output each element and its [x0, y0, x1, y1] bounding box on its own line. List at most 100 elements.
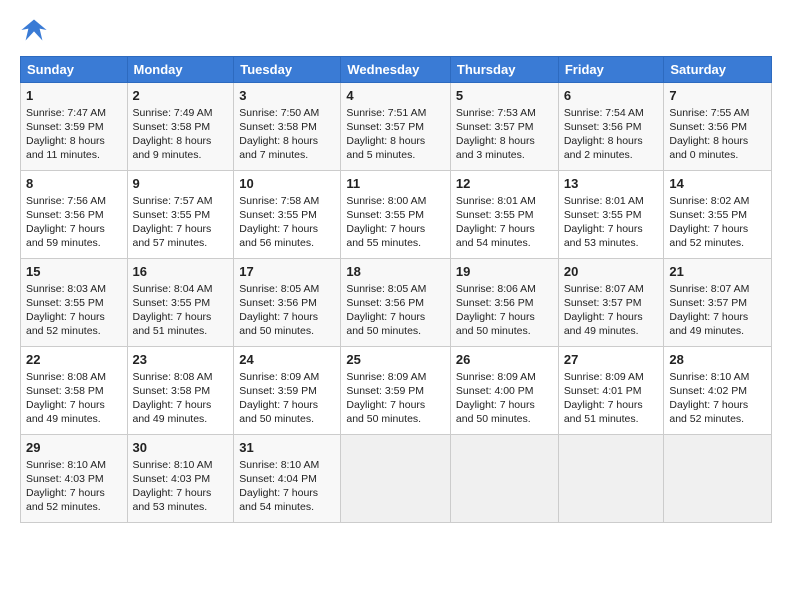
- day-info: Sunrise: 8:08 AM: [133, 371, 213, 383]
- day-info: Sunset: 3:55 PM: [133, 297, 211, 309]
- day-number: 23: [133, 351, 229, 369]
- day-info: and 0 minutes.: [669, 149, 738, 161]
- day-number: 11: [346, 175, 445, 193]
- day-info: Daylight: 7 hours: [669, 399, 748, 411]
- day-info: Sunset: 3:58 PM: [26, 385, 104, 397]
- day-info: Daylight: 7 hours: [456, 399, 535, 411]
- day-info: Daylight: 7 hours: [564, 399, 643, 411]
- day-info: and 52 minutes.: [669, 413, 744, 425]
- calendar-cell: 23 Sunrise: 8:08 AM Sunset: 3:58 PM Dayligh…: [127, 347, 234, 435]
- calendar-cell: 1Sunrise: 7:47 AMSunset: 3:59 PMDaylight…: [21, 83, 128, 171]
- day-info: Daylight: 7 hours: [239, 223, 318, 235]
- day-info: Sunset: 3:59 PM: [239, 385, 317, 397]
- day-info: Sunset: 4:04 PM: [239, 473, 317, 485]
- day-number: 25: [346, 351, 445, 369]
- day-number: 19: [456, 263, 553, 281]
- day-info: Daylight: 7 hours: [346, 311, 425, 323]
- day-info: Sunrise: 8:10 AM: [26, 459, 106, 471]
- day-info: and 11 minutes.: [26, 149, 100, 161]
- day-info: and 52 minutes.: [26, 501, 101, 513]
- day-info: and 49 minutes.: [133, 413, 208, 425]
- day-info: Daylight: 7 hours: [239, 487, 318, 499]
- day-info: Daylight: 7 hours: [564, 311, 643, 323]
- calendar-cell: 18Sunrise: 8:05 AMSunset: 3:56 PMDayligh…: [341, 259, 451, 347]
- day-info: Sunrise: 7:47 AM: [26, 107, 106, 119]
- day-info: and 53 minutes.: [133, 501, 208, 513]
- day-info: and 51 minutes.: [564, 413, 639, 425]
- day-info: and 9 minutes.: [133, 149, 202, 161]
- day-info: Sunrise: 7:51 AM: [346, 107, 426, 119]
- day-info: Sunset: 4:03 PM: [26, 473, 104, 485]
- weekday-header-friday: Friday: [558, 57, 664, 83]
- day-info: Sunrise: 8:10 AM: [669, 371, 749, 383]
- day-number: 28: [669, 351, 766, 369]
- day-number: 4: [346, 87, 445, 105]
- weekday-header-tuesday: Tuesday: [234, 57, 341, 83]
- day-number: 9: [133, 175, 229, 193]
- day-number: 14: [669, 175, 766, 193]
- day-info: and 55 minutes.: [346, 237, 421, 249]
- day-info: Sunset: 4:02 PM: [669, 385, 747, 397]
- day-info: Sunset: 3:59 PM: [26, 121, 104, 133]
- day-info: Sunrise: 8:04 AM: [133, 283, 213, 295]
- calendar-cell: 16Sunrise: 8:04 AMSunset: 3:55 PMDayligh…: [127, 259, 234, 347]
- calendar-cell: 10Sunrise: 7:58 AMSunset: 3:55 PMDayligh…: [234, 171, 341, 259]
- day-info: Sunset: 3:58 PM: [133, 385, 211, 397]
- day-info: Daylight: 7 hours: [564, 223, 643, 235]
- day-info: and 57 minutes.: [133, 237, 208, 249]
- day-number: 3: [239, 87, 335, 105]
- day-number: 30: [133, 439, 229, 457]
- day-info: and 49 minutes.: [669, 325, 744, 337]
- day-info: Sunset: 3:55 PM: [26, 297, 104, 309]
- day-number: 24: [239, 351, 335, 369]
- day-info: Sunrise: 8:10 AM: [239, 459, 319, 471]
- day-info: Daylight: 7 hours: [239, 399, 318, 411]
- day-info: Sunrise: 8:05 AM: [239, 283, 319, 295]
- day-info: Sunset: 3:57 PM: [346, 121, 424, 133]
- day-info: Sunset: 3:56 PM: [239, 297, 317, 309]
- day-info: Sunrise: 8:07 AM: [669, 283, 749, 295]
- day-number: 13: [564, 175, 659, 193]
- calendar-cell: 27Sunrise: 8:09 AMSunset: 4:01 PMDayligh…: [558, 347, 664, 435]
- day-info: and 50 minutes.: [239, 413, 314, 425]
- day-info: Daylight: 8 hours: [456, 135, 535, 147]
- day-number: 31: [239, 439, 335, 457]
- day-info: Sunset: 3:55 PM: [346, 209, 424, 221]
- calendar-cell: 25Sunrise: 8:09 AMSunset: 3:59 PMDayligh…: [341, 347, 451, 435]
- calendar-cell: 24 Sunrise: 8:09 AM Sunset: 3:59 PM Dayligh…: [234, 347, 341, 435]
- day-number: 8: [26, 175, 122, 193]
- day-info: Sunrise: 8:02 AM: [669, 195, 749, 207]
- day-info: Daylight: 7 hours: [239, 311, 318, 323]
- day-info: Daylight: 7 hours: [133, 223, 212, 235]
- day-info: Sunrise: 7:56 AM: [26, 195, 106, 207]
- day-info: Sunset: 4:00 PM: [456, 385, 534, 397]
- day-info: Sunrise: 8:10 AM: [133, 459, 213, 471]
- day-info: Sunrise: 8:00 AM: [346, 195, 426, 207]
- day-info: Sunrise: 8:03 AM: [26, 283, 106, 295]
- day-info: and 59 minutes.: [26, 237, 101, 249]
- calendar-cell: 8Sunrise: 7:56 AMSunset: 3:56 PMDaylight…: [21, 171, 128, 259]
- day-info: Sunrise: 8:09 AM: [239, 371, 319, 383]
- day-number: 2: [133, 87, 229, 105]
- day-number: 7: [669, 87, 766, 105]
- day-number: 6: [564, 87, 659, 105]
- day-info: and 56 minutes.: [239, 237, 314, 249]
- day-info: Daylight: 7 hours: [133, 399, 212, 411]
- weekday-header-monday: Monday: [127, 57, 234, 83]
- calendar-cell: 13Sunrise: 8:01 AMSunset: 3:55 PMDayligh…: [558, 171, 664, 259]
- day-info: and 50 minutes.: [346, 325, 421, 337]
- day-info: and 3 minutes.: [456, 149, 525, 161]
- weekday-header-wednesday: Wednesday: [341, 57, 451, 83]
- calendar-cell: 19Sunrise: 8:06 AMSunset: 3:56 PMDayligh…: [450, 259, 558, 347]
- day-info: and 50 minutes.: [346, 413, 421, 425]
- logo-icon: [20, 16, 48, 44]
- day-info: Daylight: 7 hours: [133, 311, 212, 323]
- calendar-cell: 4Sunrise: 7:51 AMSunset: 3:57 PMDaylight…: [341, 83, 451, 171]
- day-info: and 54 minutes.: [239, 501, 314, 513]
- day-info: Daylight: 7 hours: [26, 399, 105, 411]
- calendar-cell: 11Sunrise: 8:00 AMSunset: 3:55 PMDayligh…: [341, 171, 451, 259]
- day-info: Daylight: 7 hours: [669, 223, 748, 235]
- day-info: Sunrise: 8:05 AM: [346, 283, 426, 295]
- day-info: Sunrise: 7:49 AM: [133, 107, 213, 119]
- day-number: 20: [564, 263, 659, 281]
